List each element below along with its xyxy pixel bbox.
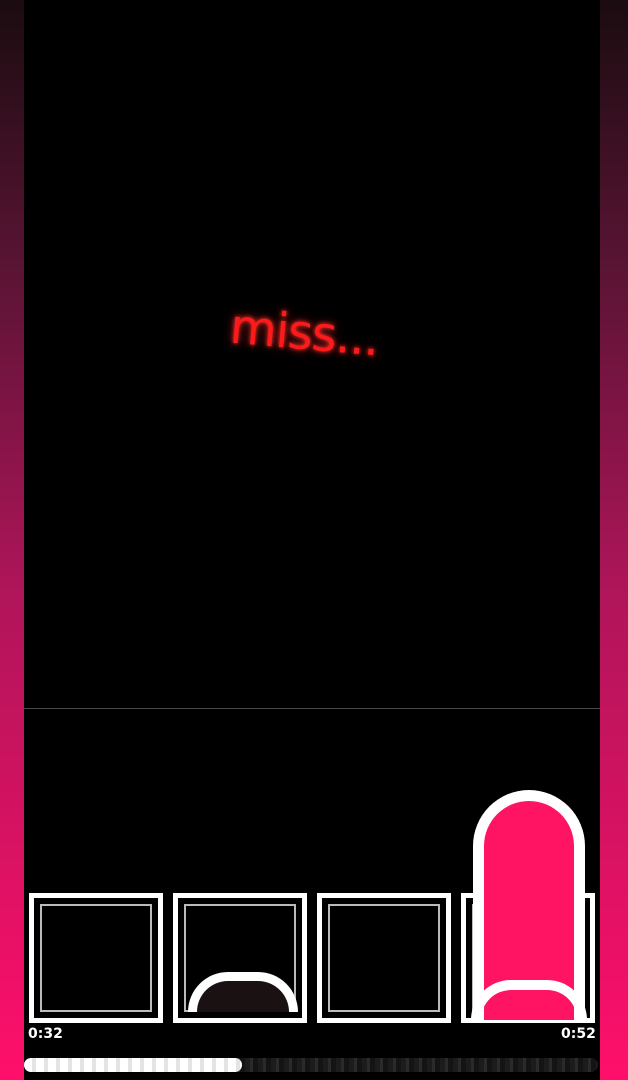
- total-time: 0:52: [561, 1026, 596, 1042]
- lane-4-note-arc: [471, 980, 587, 1020]
- judgement-line: [24, 708, 600, 709]
- right-gradient-border: [600, 0, 628, 1080]
- lane-1-inner-frame: [40, 904, 152, 1012]
- lane-3-inner-frame: [328, 904, 440, 1012]
- lane-1-key[interactable]: [29, 893, 163, 1023]
- lane-3-key[interactable]: [317, 893, 451, 1023]
- left-gradient-border: [0, 0, 24, 1080]
- song-progress-fill: [24, 1058, 243, 1072]
- elapsed-time: 0:32: [28, 1026, 63, 1042]
- lane-2-key[interactable]: [173, 893, 307, 1023]
- song-progress-bar[interactable]: [24, 1058, 598, 1072]
